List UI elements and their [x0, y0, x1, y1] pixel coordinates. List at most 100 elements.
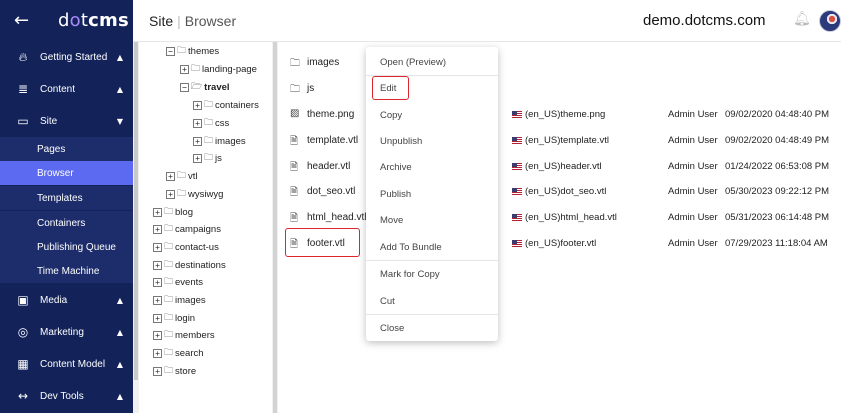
grid-icon: ▦: [17, 357, 29, 371]
expand-icon[interactable]: +: [193, 118, 202, 128]
menu-item-move[interactable]: Move: [366, 207, 498, 233]
file-name[interactable]: template.vtl: [307, 135, 358, 146]
file-row[interactable]: 🗎︎ header.vtl (en_US)header.vtl Admin Us…: [278, 154, 841, 180]
sidebar-item-containers[interactable]: Containers: [0, 211, 133, 235]
expand-icon[interactable]: +: [153, 207, 162, 217]
site-host[interactable]: demo.dotcms.com: [643, 12, 766, 29]
tree-node[interactable]: + 🗀︎ events: [153, 273, 203, 291]
file-modified-date: 05/30/2023 09:22:12 PM: [725, 186, 830, 197]
expand-icon[interactable]: +: [153, 313, 162, 323]
menu-item-unpublish[interactable]: Unpublish: [366, 128, 498, 154]
tree-node[interactable]: + 🗀︎ destinations: [153, 256, 226, 274]
scrollbar-thumb[interactable]: [273, 42, 277, 413]
menu-item-cut[interactable]: Cut: [366, 288, 498, 314]
expand-icon[interactable]: +: [166, 189, 175, 199]
sidebar-item-pages[interactable]: Pages: [0, 137, 133, 161]
menu-item-archive[interactable]: Archive: [366, 154, 498, 180]
folder-tree: − 🗀︎ themes + 🗀︎ landing-page − 🗁︎ travel + 🗀︎ c…: [139, 42, 272, 413]
file-name[interactable]: header.vtl: [307, 161, 350, 172]
nav-section-media[interactable]: ▣ Media ▲: [0, 284, 133, 316]
expand-icon[interactable]: +: [153, 295, 162, 305]
nav-section-dev-tools[interactable]: ↔ Dev Tools ▲: [0, 380, 133, 412]
tree-node[interactable]: + 🗀︎ images: [153, 291, 206, 309]
expand-icon[interactable]: +: [193, 153, 202, 163]
tree-node[interactable]: + 🗀︎ containers: [193, 96, 259, 114]
us-flag-icon: [512, 137, 522, 144]
menu-item-open-preview[interactable]: Open (Preview): [366, 49, 498, 75]
tree-node[interactable]: + 🗀︎ vtl: [166, 167, 198, 185]
sidebar-item-templates[interactable]: Templates: [0, 186, 133, 210]
nav-section-site[interactable]: ▭ Site ▼: [0, 105, 133, 137]
expand-icon[interactable]: +: [180, 64, 189, 74]
sidebar-item-publishing-queue[interactable]: Publishing Queue: [0, 235, 133, 259]
collapse-icon[interactable]: −: [180, 82, 189, 92]
tree-node[interactable]: + 🗀︎ campaigns: [153, 220, 221, 238]
expand-icon[interactable]: +: [153, 330, 162, 340]
tree-node[interactable]: + 🗀︎ members: [153, 326, 215, 344]
file-name[interactable]: html_head.vtl: [307, 212, 366, 223]
file-modified-date: 09/02/2020 04:48:40 PM: [725, 109, 830, 120]
nav-section-getting-started[interactable]: 🔥︎ Getting Started ▲: [0, 41, 133, 73]
sidebar-item-browser[interactable]: Browser: [0, 161, 133, 185]
file-row[interactable]: 🗎︎ dot_seo.vtl (en_US)dot_seo.vtl Admin …: [278, 179, 841, 205]
file-row[interactable]: 🗎︎ html_head.vtl (en_US)html_head.vtl Ad…: [278, 205, 841, 231]
file-name[interactable]: theme.png: [307, 109, 354, 120]
tree-node[interactable]: + 🗀︎ blog: [153, 203, 193, 221]
folder-icon: 🗀︎: [177, 46, 187, 56]
file-row-selected[interactable]: 🗎︎ footer.vtl (en_US)footer.vtl Admin Us…: [278, 231, 841, 257]
tree-node[interactable]: + 🗀︎ landing-page: [180, 60, 257, 78]
tree-node[interactable]: + 🗀︎ wysiwyg: [166, 185, 223, 203]
bell-icon[interactable]: 🔔︎: [793, 11, 811, 27]
avatar[interactable]: [819, 10, 841, 32]
expand-icon[interactable]: +: [153, 277, 162, 287]
nav-section-marketing[interactable]: ◎ Marketing ▲: [0, 316, 133, 348]
menu-item-close[interactable]: Close: [366, 315, 498, 341]
file-icon: 🗎︎: [290, 136, 299, 147]
tree-node[interactable]: + 🗀︎ store: [153, 362, 196, 380]
menu-item-add-to-bundle[interactable]: Add To Bundle: [366, 234, 498, 260]
file-row[interactable]: 🗎︎ template.vtl (en_US)template.vtl Admi…: [278, 128, 841, 154]
tree-node-selected[interactable]: − 🗁︎ travel: [180, 78, 230, 96]
file-row[interactable]: ▨ theme.png (en_US)theme.png Admin User …: [278, 102, 841, 128]
file-language: (en_US)dot_seo.vtl: [512, 186, 606, 197]
menu-item-copy[interactable]: Copy: [366, 102, 498, 128]
expand-icon[interactable]: +: [166, 171, 175, 181]
nav-section-content-model[interactable]: ▦ Content Model ▲: [0, 348, 133, 380]
expand-icon[interactable]: +: [193, 136, 202, 146]
expand-icon[interactable]: +: [193, 100, 202, 110]
file-row[interactable]: 🗀︎ js: [278, 76, 841, 102]
folder-icon: 🗀︎: [164, 313, 174, 323]
folder-icon: 🗀︎: [164, 242, 174, 252]
file-name[interactable]: dot_seo.vtl: [307, 186, 355, 197]
us-flag-icon: [512, 111, 522, 118]
expand-icon[interactable]: +: [153, 224, 162, 234]
expand-icon[interactable]: +: [153, 348, 162, 358]
menu-item-mark-for-copy[interactable]: Mark for Copy: [366, 261, 498, 287]
tree-node[interactable]: + 🗀︎ login: [153, 309, 195, 327]
nav-section-label: Content Model: [40, 358, 106, 370]
folder-icon: 🗀︎: [204, 136, 214, 146]
target-icon: ◎: [17, 325, 29, 339]
nav-section-label: Marketing: [40, 326, 84, 338]
breadcrumb-root[interactable]: Site: [149, 13, 173, 29]
file-modified-by: Admin User: [668, 109, 718, 120]
tree-node[interactable]: + 🗀︎ search: [153, 344, 204, 362]
tree-node[interactable]: + 🗀︎ images: [193, 132, 246, 150]
collapse-icon[interactable]: −: [166, 46, 175, 56]
tree-node[interactable]: − 🗀︎ themes: [166, 42, 219, 60]
file-row[interactable]: 🗀︎ images: [278, 50, 841, 76]
expand-icon[interactable]: +: [153, 260, 162, 270]
back-arrow-icon[interactable]: ←: [14, 10, 29, 31]
sidebar-item-time-machine[interactable]: Time Machine: [0, 259, 133, 283]
tree-node[interactable]: + 🗀︎ contact-us: [153, 238, 219, 256]
tree-node[interactable]: + 🗀︎ js: [193, 149, 222, 167]
menu-item-publish[interactable]: Publish: [366, 181, 498, 207]
file-modified-date: 05/31/2023 06:14:48 PM: [725, 212, 830, 223]
nav-section-content[interactable]: ≣ Content ▲: [0, 73, 133, 105]
expand-icon[interactable]: +: [153, 242, 162, 252]
file-name[interactable]: images: [307, 57, 339, 68]
file-name[interactable]: js: [307, 83, 314, 94]
expand-icon[interactable]: +: [153, 366, 162, 376]
tree-node[interactable]: + 🗀︎ css: [193, 114, 229, 132]
scrollbar-thumb[interactable]: [134, 42, 138, 380]
